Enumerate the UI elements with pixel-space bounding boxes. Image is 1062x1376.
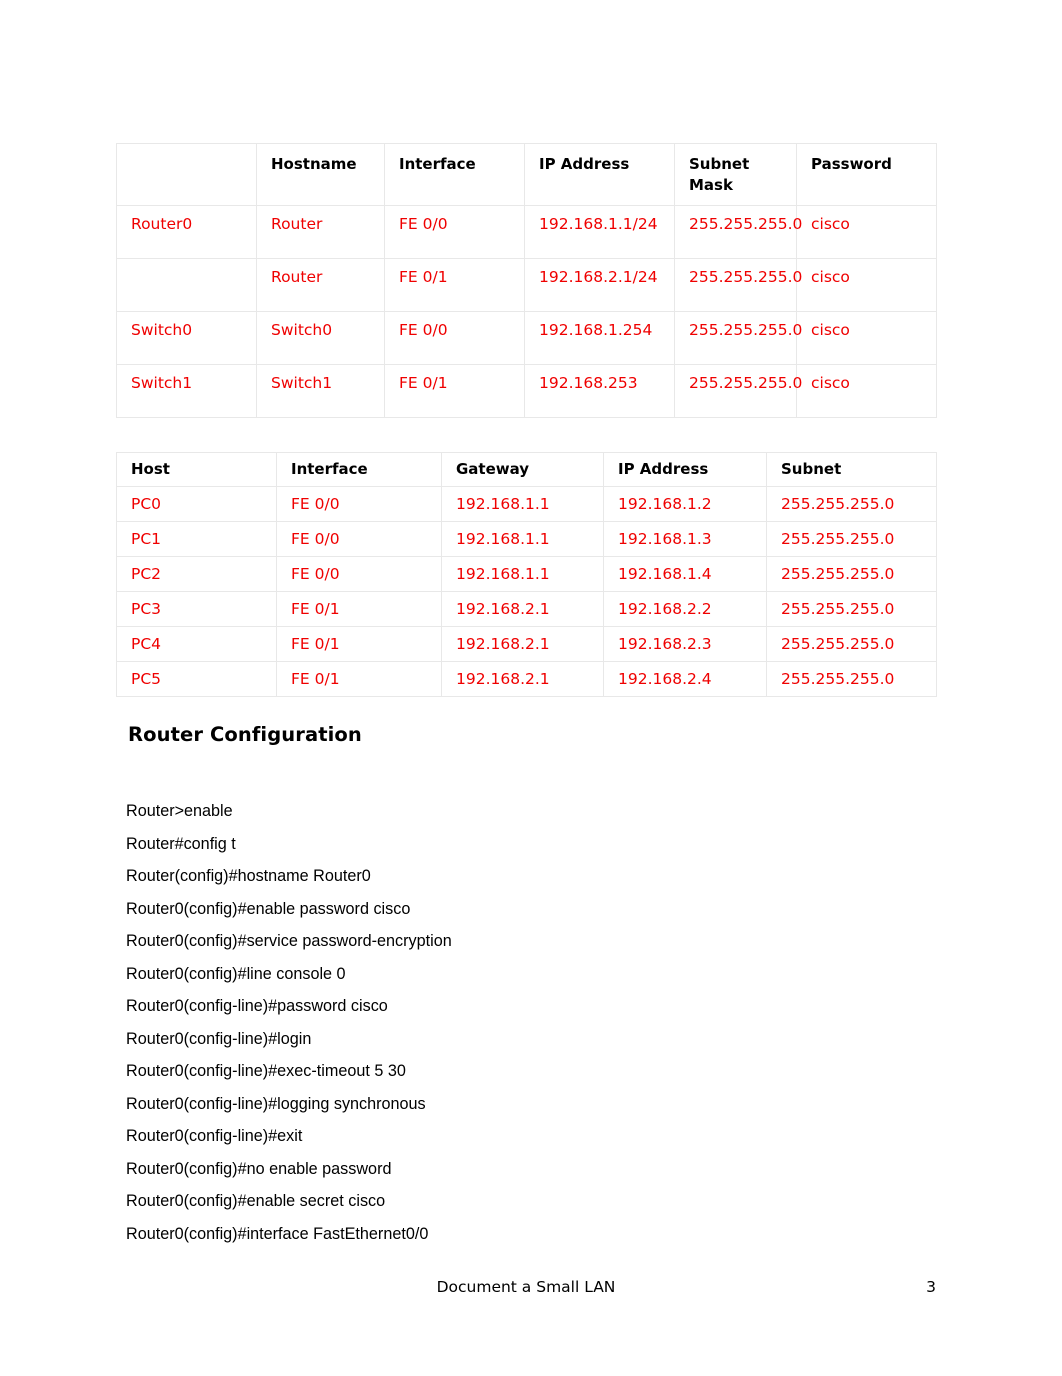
cell-ip-address: 192.168.1.4 [603, 556, 767, 593]
cell-interface: FE 0/1 [276, 626, 442, 663]
column-header-interface: Interface [384, 143, 525, 206]
cell-subnet: 255.255.255.0 [766, 486, 937, 523]
cell-ip-address: 192.168.2.4 [603, 661, 767, 698]
cell-gateway: 192.168.2.1 [441, 591, 604, 628]
cell-ip-address: 192.168.2.2 [603, 591, 767, 628]
column-header-gateway: Gateway [441, 451, 604, 488]
cell-subnet-mask: 255.255.255.0 [674, 204, 802, 259]
footer-page-number: 3 [926, 1278, 936, 1296]
cell-hostname: Switch0 [256, 310, 385, 365]
device-configuration-table: Hostname Interface IP Address Subnet Mas… [116, 143, 937, 418]
table-row: PC3 FE 0/1 192.168.2.1 192.168.2.2 255.2… [116, 591, 937, 628]
cell-ip-address: 192.168.1.1/24 [524, 204, 675, 259]
config-line: Router0(config)#no enable password [126, 1159, 392, 1178]
cell-subnet: 255.255.255.0 [766, 556, 937, 593]
table-header-row: Hostname Interface IP Address Subnet Mas… [116, 143, 937, 206]
config-line: Router#config t [126, 834, 236, 853]
cell-subnet: 255.255.255.0 [766, 591, 937, 628]
config-line: Router0(config)#interface FastEthernet0/… [126, 1224, 429, 1243]
cell-password: cisco [796, 363, 937, 418]
cell-interface: FE 0/1 [276, 591, 442, 628]
config-line: Router>enable [126, 802, 233, 820]
column-header-ip-address: IP Address [603, 451, 767, 488]
column-header-device [116, 143, 257, 206]
table-row: PC0 FE 0/0 192.168.1.1 192.168.1.2 255.2… [116, 486, 937, 523]
page-title: Router Configuration [128, 723, 362, 746]
cell-host: PC2 [116, 556, 277, 593]
config-line: Router0(config-line)#exit [126, 1127, 303, 1145]
config-line: Router0(config)#line console 0 [126, 964, 346, 983]
cell-gateway: 192.168.2.1 [441, 626, 604, 663]
cell-subnet: 255.255.255.0 [766, 521, 937, 558]
column-header-password: Password [796, 143, 937, 206]
table-row: Router FE 0/1 192.168.2.1/24 255.255.255… [116, 257, 937, 312]
table-header-row: Host Interface Gateway IP Address Subnet [116, 451, 937, 488]
cell-gateway: 192.168.1.1 [441, 486, 604, 523]
host-addressing-table: Host Interface Gateway IP Address Subnet… [116, 451, 937, 698]
cell-subnet-mask: 255.255.255.0 [674, 363, 802, 418]
cell-host: PC1 [116, 521, 277, 558]
cell-interface: FE 0/0 [276, 521, 442, 558]
cell-gateway: 192.168.2.1 [441, 661, 604, 698]
config-line: Router0(config)#service password-encrypt… [126, 932, 452, 950]
config-line: Router0(config)#enable password cisco [126, 899, 411, 918]
cell-ip-address: 192.168.1.3 [603, 521, 767, 558]
table-row: Switch0 Switch0 FE 0/0 192.168.1.254 255… [116, 310, 937, 365]
cell-ip-address: 192.168.2.1/24 [524, 257, 675, 312]
config-line: Router0(config-line)#exec-timeout 5 30 [126, 1062, 406, 1080]
cell-hostname: Router [256, 257, 385, 312]
config-line: Router0(config-line)#password cisco [126, 997, 388, 1015]
column-header-interface: Interface [276, 451, 442, 488]
cell-hostname: Router [256, 204, 385, 259]
footer-title: Document a Small LAN [436, 1278, 616, 1296]
column-header-ip-address: IP Address [524, 143, 675, 206]
cell-interface: FE 0/1 [384, 363, 525, 418]
cell-device: Switch0 [116, 310, 257, 365]
config-line: Router0(config)#enable secret cisco [126, 1192, 386, 1210]
cell-interface: FE 0/0 [276, 486, 442, 523]
column-header-subnet-mask: Subnet Mask [674, 143, 797, 206]
table-row: Router0 Router FE 0/0 192.168.1.1/24 255… [116, 204, 937, 259]
cell-ip-address: 192.168.1.2 [603, 486, 767, 523]
table-row: Switch1 Switch1 FE 0/1 192.168.253 255.2… [116, 363, 937, 418]
cell-device: Router0 [116, 204, 257, 259]
cell-device: Switch1 [116, 363, 257, 418]
table-row: PC2 FE 0/0 192.168.1.1 192.168.1.4 255.2… [116, 556, 937, 593]
document-page: Hostname Interface IP Address Subnet Mas… [0, 0, 1062, 1376]
config-line: Router0(config-line)#login [126, 1029, 312, 1048]
cell-device [116, 257, 257, 312]
table-row: PC4 FE 0/1 192.168.2.1 192.168.2.3 255.2… [116, 626, 937, 663]
cell-host: PC3 [116, 591, 277, 628]
cell-password: cisco [796, 257, 937, 312]
cell-gateway: 192.168.1.1 [441, 521, 604, 558]
column-header-host: Host [116, 451, 277, 488]
config-line: Router0(config-line)#logging synchronous [126, 1094, 426, 1113]
cell-ip-address: 192.168.253 [524, 363, 675, 418]
cell-interface: FE 0/0 [276, 556, 442, 593]
router-configuration-block: Router>enable Router#config t Router(con… [126, 795, 906, 1250]
cell-gateway: 192.168.1.1 [441, 556, 604, 593]
cell-hostname: Switch1 [256, 363, 385, 418]
cell-interface: FE 0/1 [276, 661, 442, 698]
cell-interface: FE 0/0 [384, 310, 525, 365]
column-header-subnet: Subnet [766, 451, 937, 488]
cell-password: cisco [796, 204, 937, 259]
cell-host: PC5 [116, 661, 277, 698]
table-row: PC5 FE 0/1 192.168.2.1 192.168.2.4 255.2… [116, 661, 937, 698]
column-header-hostname: Hostname [256, 143, 385, 206]
cell-interface: FE 0/0 [384, 204, 525, 259]
cell-ip-address: 192.168.2.3 [603, 626, 767, 663]
cell-subnet-mask: 255.255.255.0 [674, 257, 802, 312]
cell-interface: FE 0/1 [384, 257, 525, 312]
cell-subnet: 255.255.255.0 [766, 626, 937, 663]
cell-host: PC0 [116, 486, 277, 523]
cell-subnet: 255.255.255.0 [766, 661, 937, 698]
cell-subnet-mask: 255.255.255.0 [674, 310, 802, 365]
config-line: Router(config)#hostname Router0 [126, 867, 371, 885]
cell-ip-address: 192.168.1.254 [524, 310, 675, 365]
table-row: PC1 FE 0/0 192.168.1.1 192.168.1.3 255.2… [116, 521, 937, 558]
cell-host: PC4 [116, 626, 277, 663]
page-footer: Document a Small LAN 3 [116, 1278, 936, 1302]
cell-password: cisco [796, 310, 937, 365]
